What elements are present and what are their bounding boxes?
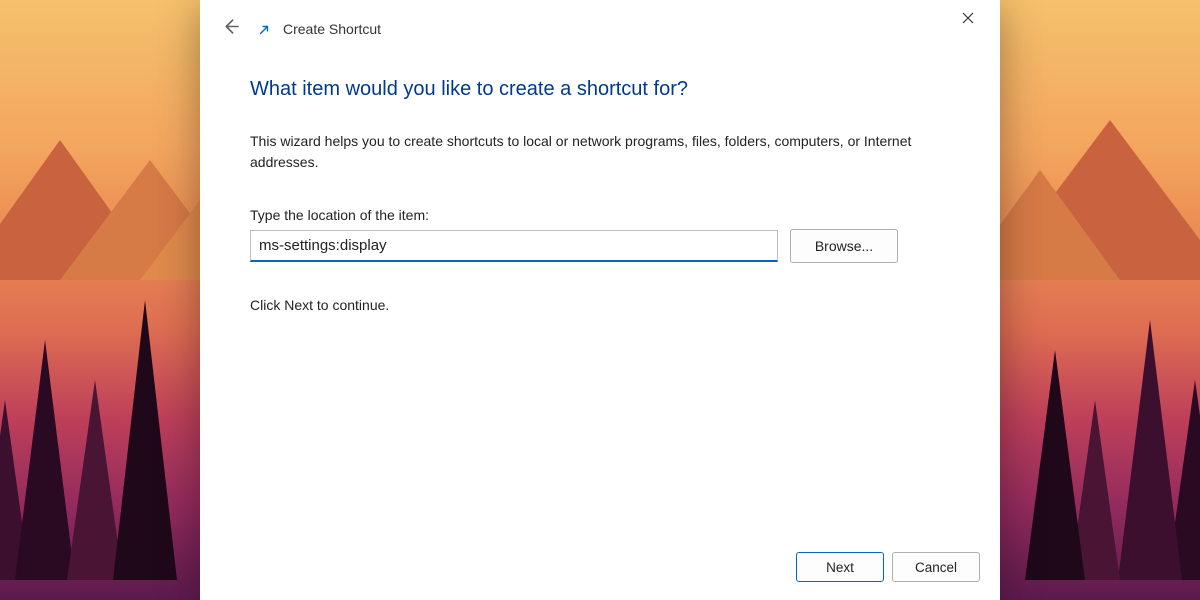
location-label: Type the location of the item: bbox=[250, 207, 950, 223]
location-input[interactable] bbox=[250, 230, 778, 262]
continue-hint: Click Next to continue. bbox=[250, 297, 950, 313]
back-arrow-icon[interactable] bbox=[218, 14, 243, 44]
page-heading: What item would you like to create a sho… bbox=[250, 78, 950, 101]
close-icon[interactable] bbox=[948, 4, 988, 32]
create-shortcut-dialog: Create Shortcut What item would you like… bbox=[200, 0, 1000, 600]
cancel-button[interactable]: Cancel bbox=[892, 552, 980, 582]
dialog-content: What item would you like to create a sho… bbox=[200, 52, 1000, 540]
dialog-footer: Next Cancel bbox=[200, 540, 1000, 600]
dialog-title: Create Shortcut bbox=[283, 21, 381, 37]
shortcut-icon bbox=[257, 23, 269, 35]
dialog-header: Create Shortcut bbox=[200, 0, 1000, 52]
browse-button[interactable]: Browse... bbox=[790, 229, 898, 263]
next-button[interactable]: Next bbox=[796, 552, 884, 582]
wizard-description: This wizard helps you to create shortcut… bbox=[250, 131, 930, 173]
